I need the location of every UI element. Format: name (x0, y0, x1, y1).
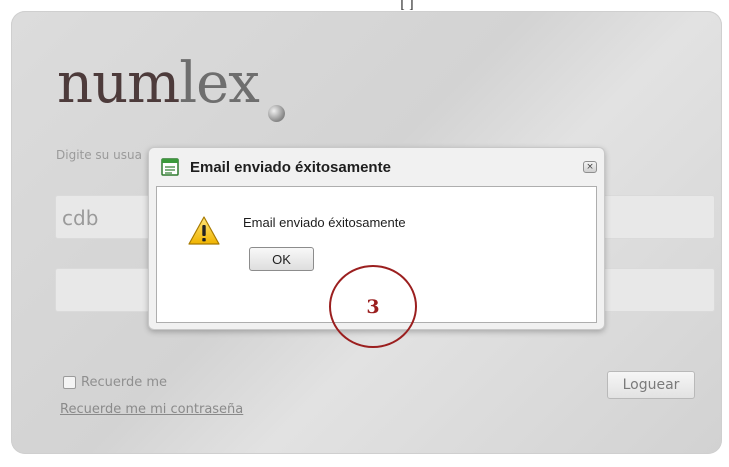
dialog-message: Email enviado éxitosamente (243, 215, 406, 230)
dialog-titlebar[interactable]: Email enviado éxitosamente × (149, 148, 604, 186)
login-prompt: Digite su usua (56, 148, 142, 162)
remember-me-checkbox[interactable] (63, 376, 76, 389)
remember-me-label: Recuerde me (81, 375, 167, 390)
logo-text-lex: lex (179, 51, 260, 116)
numlex-logo: numlex (57, 44, 260, 124)
window-icon (161, 158, 179, 176)
step-number-marker: 3 (329, 265, 417, 348)
remember-me-row[interactable]: Recuerde me (63, 375, 167, 390)
ok-button[interactable]: OK (249, 247, 314, 271)
dialog-title: Email enviado éxitosamente (190, 159, 391, 176)
logo-dot-icon (268, 105, 285, 122)
logo-text-num: num (57, 51, 180, 116)
top-cropped-text: [ ] (400, 0, 414, 10)
username-value: cdb (62, 206, 99, 230)
login-button[interactable]: Loguear (607, 371, 695, 399)
forgot-password-link[interactable]: Recuerde me mi contraseña (60, 402, 243, 417)
close-icon[interactable]: × (583, 161, 597, 173)
warning-icon (188, 216, 220, 245)
